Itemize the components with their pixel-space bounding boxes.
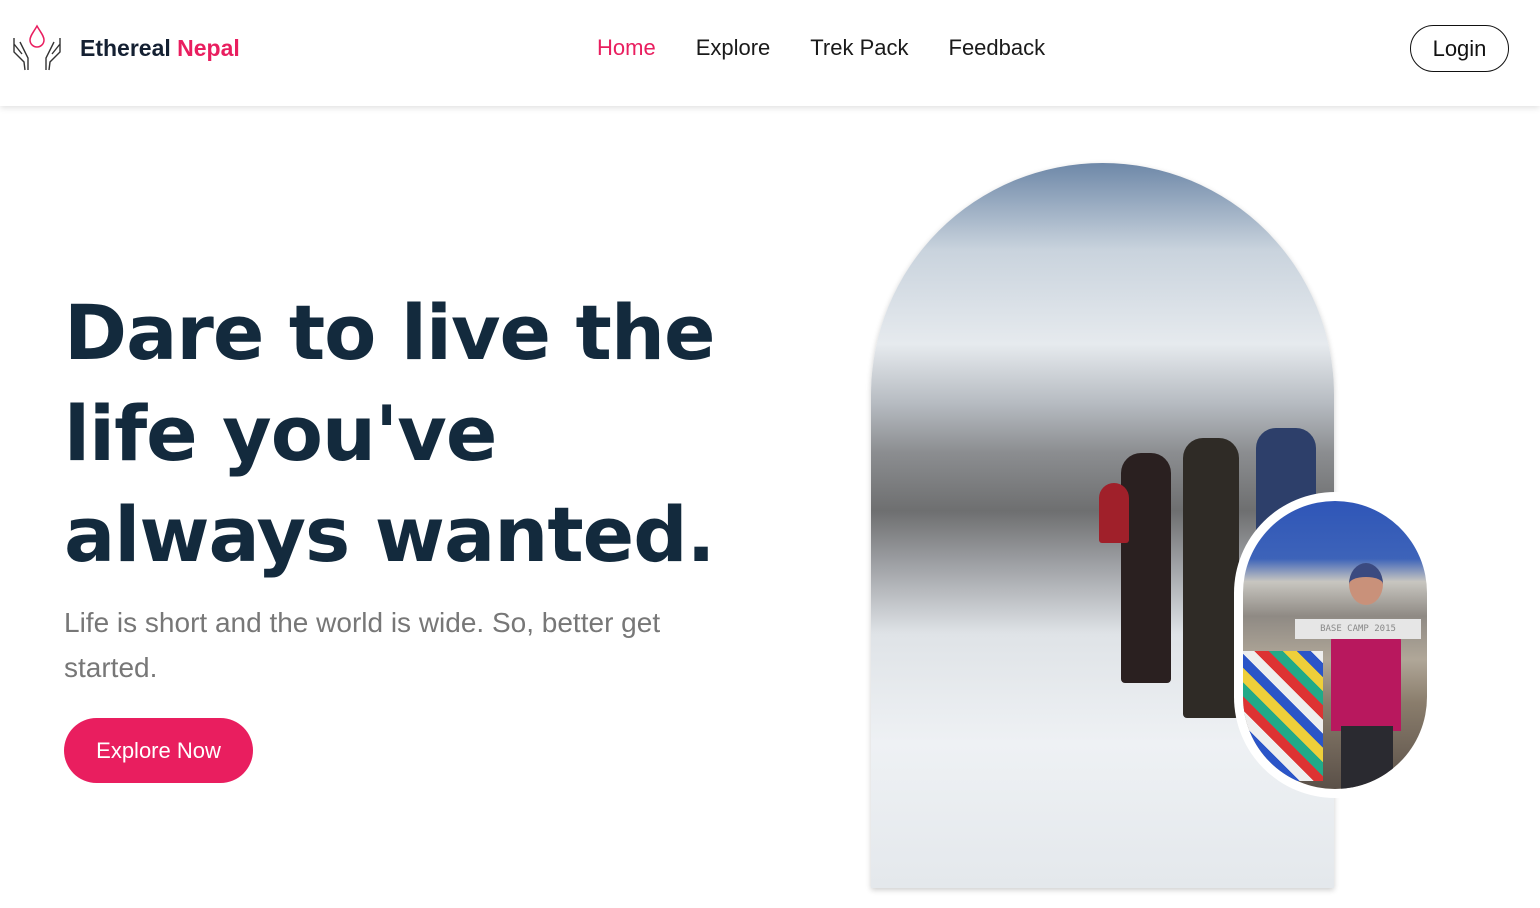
nav-link-home[interactable]: Home [597,35,656,61]
nav-link-trek-pack[interactable]: Trek Pack [810,35,908,61]
explore-now-button[interactable]: Explore Now [64,718,253,783]
nav-link-feedback[interactable]: Feedback [949,35,1046,61]
navbar: Ethereal Nepal Home Explore Trek Pack Fe… [0,0,1540,106]
login-button[interactable]: Login [1410,25,1509,72]
photo-sign: BASE CAMP 2015 [1295,619,1421,639]
brand-name-part1: Ethereal [80,35,171,61]
prayer-flags [1243,651,1323,781]
hiker-figure [1099,483,1129,543]
hero-heading: Dare to live the life you've always want… [64,288,715,579]
person-legs [1341,726,1393,789]
base-camp-photo: BASE CAMP 2015 [1243,501,1427,789]
hero-subtitle: Life is short and the world is wide. So,… [64,607,661,683]
hiker-figure [1183,438,1239,718]
brand-name[interactable]: Ethereal Nepal [80,35,240,62]
base-camp-photo-frame: BASE CAMP 2015 [1234,492,1436,798]
hiker-figure [1121,453,1171,683]
brand-name-part2: Nepal [177,35,240,61]
nav-link-explore[interactable]: Explore [696,35,771,61]
hands-water-drop-icon[interactable] [10,22,64,72]
nav-links: Home Explore Trek Pack Feedback [597,35,1045,61]
person-head [1349,563,1383,605]
